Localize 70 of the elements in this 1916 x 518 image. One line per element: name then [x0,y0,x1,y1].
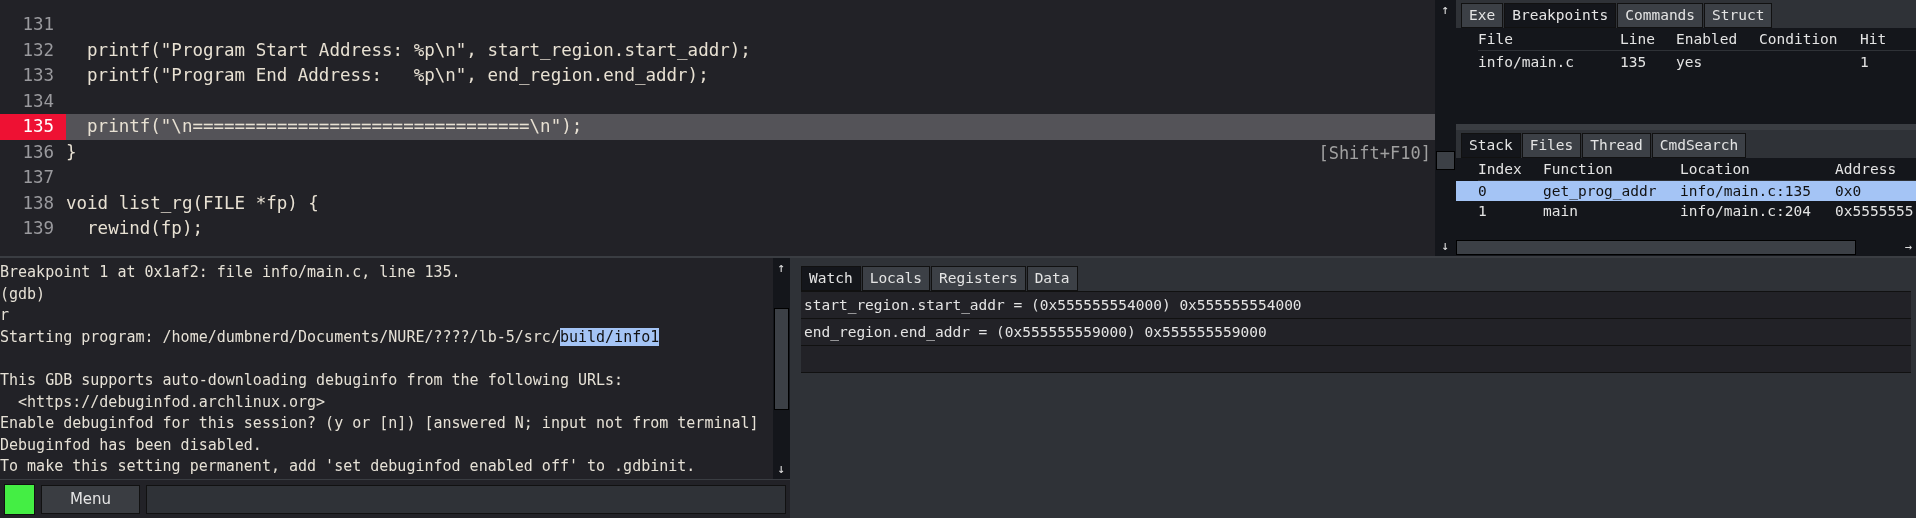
tab[interactable]: Commands [1617,3,1704,28]
console-line: Starting program: /home/dumbnerd/Documents/NURE/????/lb-5/src/build/info1 [0,326,661,348]
code-line: printf("Program End Address: %p\n", end_region.end_addr); [86,64,709,87]
console-line: This GDB supports auto-downloading debuginfo from the following URLs: [0,369,625,391]
table-cell-text: 1 [1860,53,1870,72]
stack-row[interactable]: 0 get_prog_addr info/main.c:135 0x0 [1456,181,1916,201]
table-cell-text: 0x0 [1835,182,1863,201]
horizontal-scrollbar[interactable] [1456,239,1856,255]
stack-row[interactable]: 1 main info/main.c:204 0x5555555 [1456,201,1916,221]
line-number[interactable]: 136 [0,139,66,165]
scroll-down-arrow[interactable]: ↓ [1441,236,1450,256]
scroll-up-arrow[interactable]: ↑ [777,258,786,278]
line-number[interactable]: 139 [0,216,66,242]
scroll-thumb[interactable] [1436,151,1455,170]
line-number[interactable]: 135 [0,114,66,140]
column-header[interactable]: Enabled [1676,28,1759,51]
table-cell-text: 135 [1620,53,1648,72]
table-cell-text: main [1543,202,1579,221]
tab[interactable]: Thread [1582,133,1651,158]
table-cell-text: 0x5555555 [1835,202,1915,221]
watch-row[interactable]: end_region.end_addr = (0x555555559000) 0x555555559000 [801,319,1911,346]
column-header[interactable]: File [1478,28,1620,51]
tab[interactable]: Registers [931,266,1026,291]
code-line: } [66,140,77,164]
table-cell-text: 0 [1478,182,1488,201]
scrollbar[interactable]: ↑ ↓ [1435,0,1456,256]
shortcut-hint: [Shift+F10] [1318,143,1431,163]
line-number[interactable]: 138 [0,190,66,216]
tab[interactable]: CmdSearch [1651,133,1747,158]
tab[interactable]: Files [1521,133,1582,158]
line-number[interactable]: 132 [0,37,66,63]
code-line: void list_rg(FILE *fp) { [66,191,319,215]
table-cell-text: get_prog_addr [1543,182,1658,201]
scrollbar[interactable]: ↑ ↓ [773,258,790,479]
code-line: printf("\n================================\n"); [86,115,583,138]
console-line: r [0,305,11,327]
code-line: printf("Program Start Address: %p\n", start_region.start_addr); [86,38,751,62]
table-cell-text: 1 [1478,202,1488,221]
column-header[interactable]: Condition [1759,28,1860,51]
menu-button[interactable]: Menu [41,484,140,514]
table-cell-text: info/main.c [1478,53,1576,72]
tab[interactable]: Stack [1461,133,1521,158]
tab[interactable]: Data [1026,266,1078,291]
line-number[interactable]: 134 [0,88,66,114]
line-number[interactable]: 133 [0,63,66,89]
code-line: rewind(fp); [86,217,203,240]
console-line: Enable debuginfod for this session? (y or [n]) [answered N; input not from terminal] [0,413,760,435]
scroll-up-arrow[interactable]: ↑ [1441,0,1450,20]
console-line: Debuginfod has been disabled. [0,434,263,456]
scroll-down-arrow[interactable]: ↓ [777,459,786,479]
command-input[interactable] [146,484,786,514]
column-header[interactable]: Hit [1860,28,1916,51]
tab[interactable]: Exe [1461,3,1504,28]
watch-row[interactable]: start_region.start_addr = (0x555555554000) 0x555555554000 [801,292,1911,319]
tab[interactable]: Breakpoints [1504,3,1617,28]
console-line: (gdb) [0,283,47,305]
table-cell-text: info/main.c:135 [1680,182,1812,201]
column-header[interactable]: Line [1620,28,1676,51]
table-cell-text: info/main.c:204 [1680,202,1812,221]
tab[interactable]: Struct [1704,3,1773,28]
tab[interactable]: Locals [861,266,931,291]
console-line: To make this setting permanent, add 'set debuginfod enabled off' to .gdbinit. [0,456,697,478]
tab[interactable]: Watch [801,266,861,291]
scroll-thumb[interactable] [774,308,789,410]
line-number[interactable]: 131 [0,12,66,38]
scroll-right-arrow[interactable]: → [1904,240,1912,254]
table-cell-text: yes [1676,53,1704,72]
line-number[interactable]: 137 [0,165,66,191]
console-line: Breakpoint 1 at 0x1af2: file info/main.c, line 135. [0,262,462,283]
console-line: <https://debuginfod.archlinux.org> [17,391,327,413]
